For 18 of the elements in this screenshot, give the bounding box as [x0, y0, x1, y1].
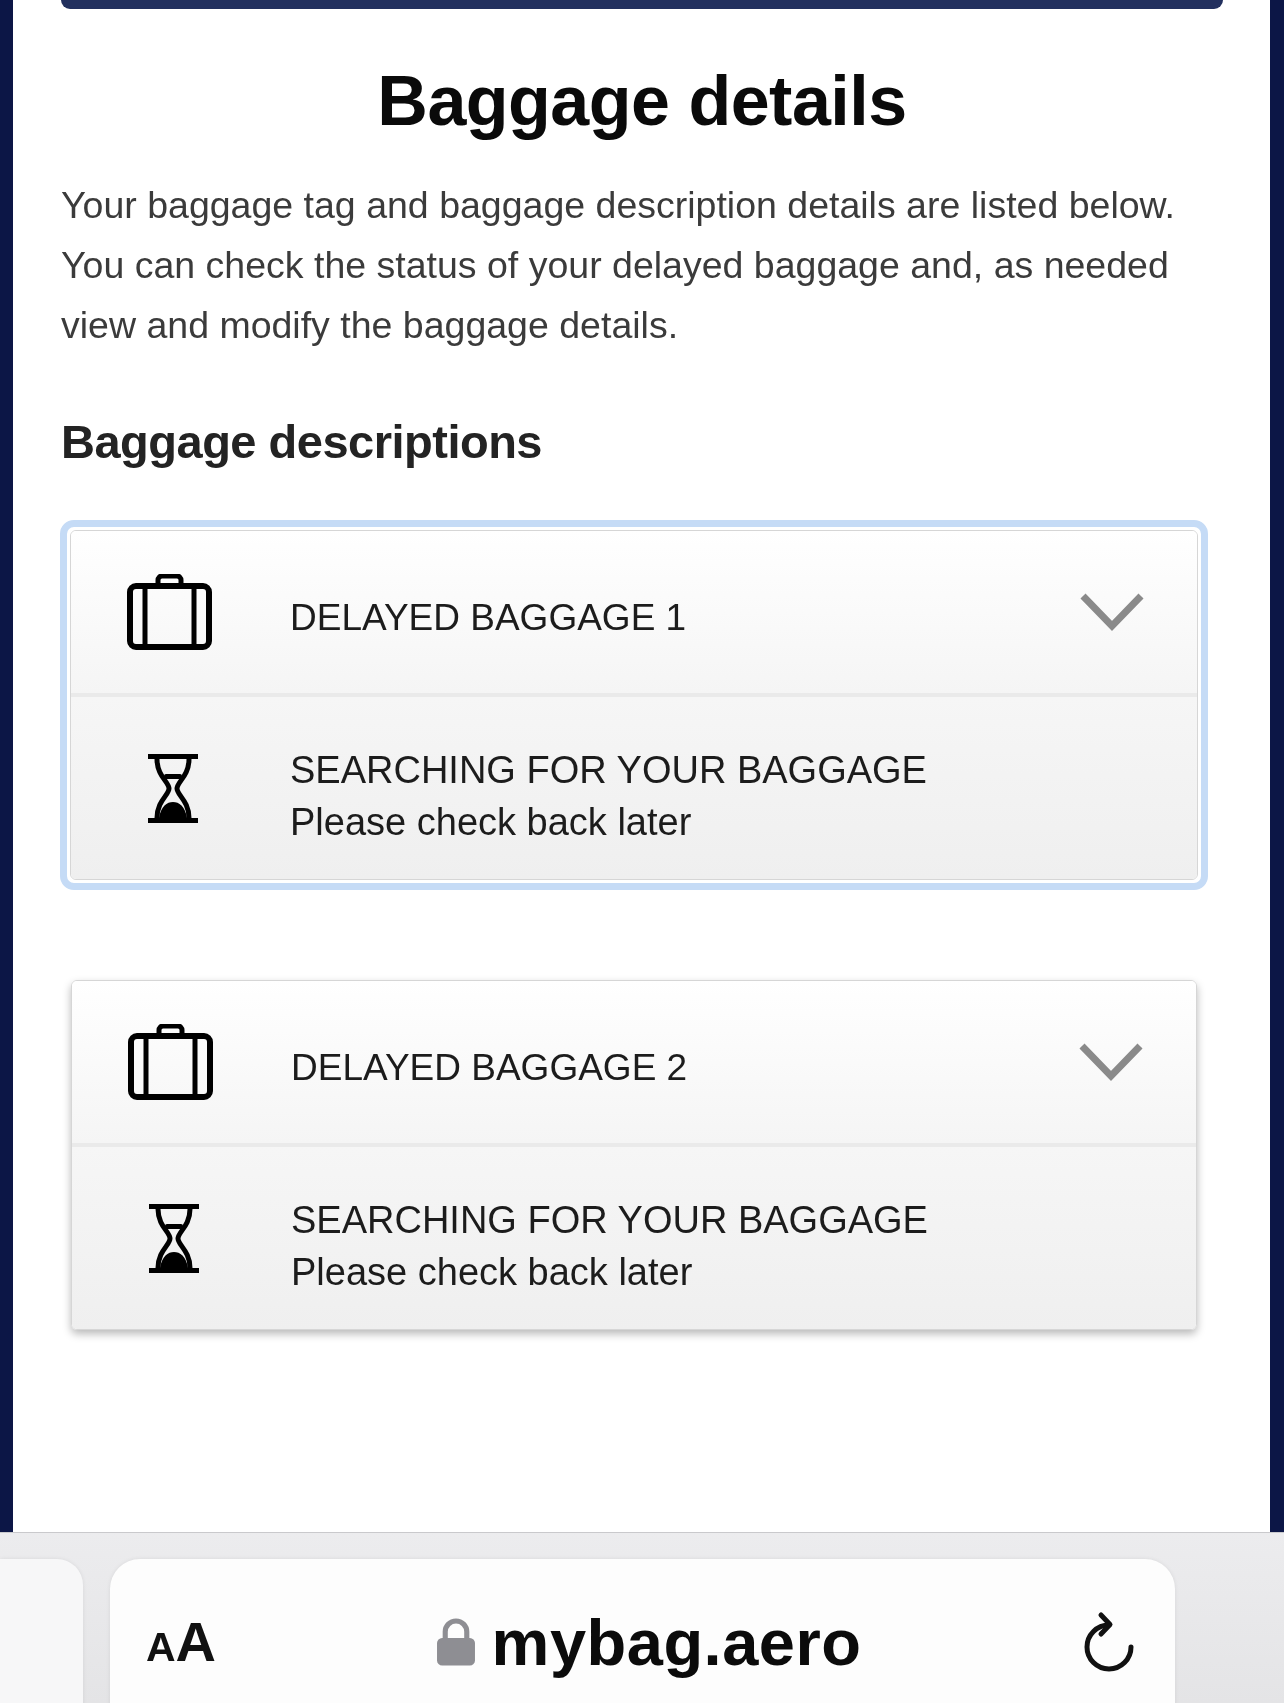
hourglass-icon	[149, 1203, 199, 1273]
status-text: SEARCHING FOR YOUR BAGGAGE	[290, 748, 927, 793]
status-note: Please check back later	[291, 1250, 694, 1295]
baggage-title: DELAYED BAGGAGE 1	[290, 596, 688, 641]
status-text: SEARCHING FOR YOUR BAGGAGE	[291, 1198, 928, 1243]
baggage-accordion-header[interactable]: DELAYED BAGGAGE 1	[71, 531, 1197, 693]
status-note: Please check back later	[290, 800, 693, 845]
lock-icon	[435, 1618, 476, 1666]
text-size-button[interactable]: AA	[146, 1614, 217, 1670]
baggage-title: DELAYED BAGGAGE 2	[291, 1046, 689, 1091]
baggage-accordion-header[interactable]: DELAYED BAGGAGE 2	[72, 981, 1196, 1143]
section-heading: Baggage descriptions	[61, 415, 543, 469]
address-bar[interactable]: AA mybag.aero	[110, 1559, 1175, 1703]
page-title: Baggage details	[376, 61, 908, 142]
intro-paragraph: Your baggage tag and baggage description details are listed below. You can check the status of your delayed baggage and, as needed view and modify the baggage details.	[61, 183, 1177, 348]
briefcase-icon	[127, 574, 212, 650]
hourglass-icon	[148, 753, 198, 823]
briefcase-icon	[128, 1024, 213, 1100]
